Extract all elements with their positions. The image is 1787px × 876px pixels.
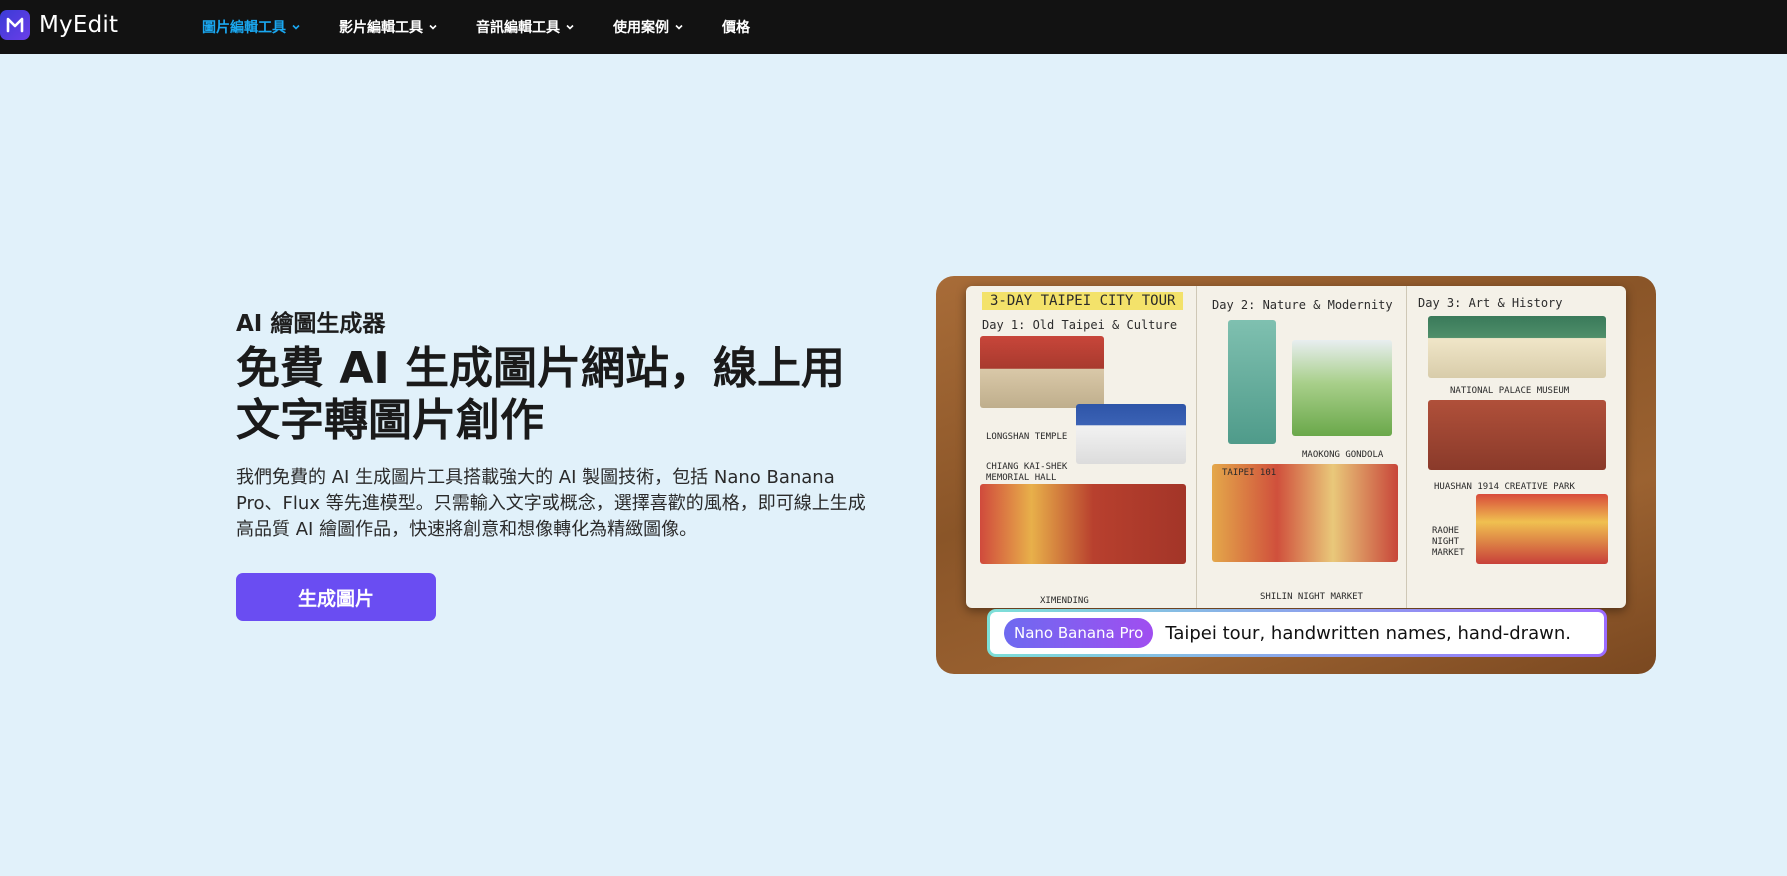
place-label: SHILIN NIGHT MARKET — [1260, 592, 1363, 602]
main-menu: 圖片編輯工具 影片編輯工具 音訊編輯工具 使用案例 價格 — [202, 0, 788, 54]
memorial-hall-sketch — [1076, 404, 1186, 464]
hero-headline: 免費 AI 生成圖片網站，線上用文字轉圖片創作 — [236, 343, 846, 446]
place-label: LONGSHAN TEMPLE — [986, 432, 1068, 442]
hero-section: AI 繪圖生成器 免費 AI 生成圖片網站，線上用文字轉圖片創作 我們免費的 A… — [236, 304, 876, 621]
place-label: RAOHE NIGHT MARKET — [1432, 526, 1465, 558]
menu-item-audio-tools[interactable]: 音訊編輯工具 — [476, 17, 575, 37]
temple-sketch — [980, 336, 1104, 408]
menu-item-image-tools[interactable]: 圖片編輯工具 — [202, 17, 301, 37]
menu-item-label: 影片編輯工具 — [339, 20, 423, 36]
page-divider — [1406, 286, 1407, 608]
prompt-text: Taipei tour, handwritten names, hand-dra… — [1165, 622, 1571, 644]
palace-museum-sketch — [1428, 316, 1606, 378]
model-badge: Nano Banana Pro — [1004, 618, 1154, 648]
place-label: HUASHAN 1914 CREATIVE PARK — [1434, 482, 1575, 492]
raohe-gate-sketch — [1476, 494, 1608, 564]
menu-item-use-cases[interactable]: 使用案例 — [613, 17, 684, 37]
day-label: Day 3: Art & History — [1418, 296, 1563, 310]
chevron-down-icon — [428, 22, 438, 32]
showcase-image: 3-DAY TAIPEI CITY TOUR Day 1: Old Taipei… — [936, 276, 1656, 674]
place-label: NATIONAL PALACE MUSEUM — [1450, 386, 1570, 396]
menu-item-pricing[interactable]: 價格 — [722, 17, 750, 37]
day-label: Day 2: Nature & Modernity — [1212, 298, 1393, 312]
menu-item-label: 使用案例 — [613, 20, 669, 36]
chevron-down-icon — [291, 22, 301, 32]
chevron-down-icon — [674, 22, 684, 32]
taipei101-sketch — [1228, 320, 1276, 444]
ximending-sketch — [980, 484, 1186, 564]
prompt-bar: Nano Banana Pro Taipei tour, handwritten… — [987, 609, 1607, 657]
myedit-logo-icon — [0, 10, 30, 40]
hero-description: 我們免費的 AI 生成圖片工具搭載強大的 AI 製圖技術，包括 Nano Ban… — [236, 467, 866, 540]
generate-image-button[interactable]: 生成圖片 — [236, 573, 436, 621]
brand-name: MyEdit — [39, 12, 119, 38]
menu-item-label: 價格 — [722, 20, 750, 36]
top-navbar: MyEdit 圖片編輯工具 影片編輯工具 音訊編輯工具 使用案例 價格 — [0, 0, 1787, 54]
place-label: XIMENDING — [1040, 596, 1089, 606]
day-label: Day 1: Old Taipei & Culture — [982, 318, 1178, 332]
menu-item-video-tools[interactable]: 影片編輯工具 — [339, 17, 438, 37]
travel-journal-illustration: 3-DAY TAIPEI CITY TOUR Day 1: Old Taipei… — [966, 286, 1626, 608]
brand-logo[interactable]: MyEdit — [0, 10, 118, 40]
journal-title: 3-DAY TAIPEI CITY TOUR — [982, 292, 1184, 310]
gondola-sketch — [1292, 340, 1392, 436]
page-divider — [1196, 286, 1197, 608]
place-label: CHIANG KAI-SHEK MEMORIAL HALL — [986, 462, 1068, 483]
place-label: TAIPEI 101 — [1222, 468, 1277, 478]
menu-item-label: 圖片編輯工具 — [202, 20, 286, 36]
huashan-sketch — [1428, 400, 1606, 470]
hero-eyebrow: AI 繪圖生成器 — [236, 311, 386, 337]
menu-item-label: 音訊編輯工具 — [476, 20, 560, 36]
place-label: MAOKONG GONDOLA — [1302, 450, 1384, 460]
chevron-down-icon — [565, 22, 575, 32]
